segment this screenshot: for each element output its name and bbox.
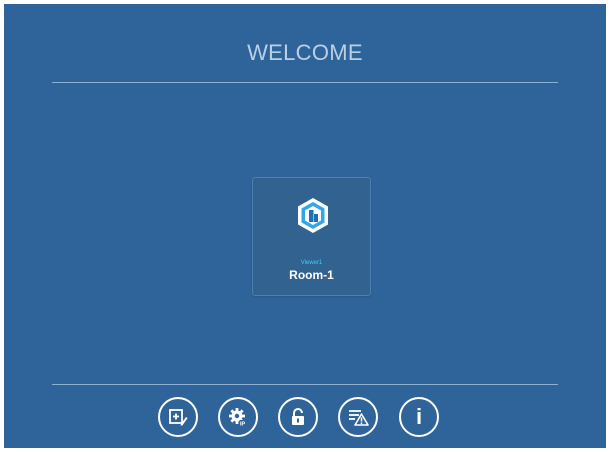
alarm-list-button[interactable] <box>338 397 378 437</box>
settings-button[interactable]: IP <box>218 397 258 437</box>
top-divider <box>52 82 558 83</box>
building-hexagon-icon <box>298 198 328 233</box>
settings-ip-icon: IP <box>229 408 248 428</box>
info-button[interactable]: i <box>399 397 439 437</box>
alarm-list-icon <box>349 410 369 426</box>
bottom-divider <box>52 384 558 385</box>
unlock-icon <box>292 408 304 425</box>
room-tile[interactable]: Viewer1 Room-1 <box>252 177 371 296</box>
welcome-screen: WELCOME Viewer1 Room-1 IP i <box>4 4 606 448</box>
svg-text:IP: IP <box>240 422 246 428</box>
unlock-button[interactable] <box>278 397 318 437</box>
page-title: WELCOME <box>247 40 363 65</box>
room-viewer-label: Viewer1 <box>300 260 323 266</box>
room-name: Room-1 <box>289 268 334 282</box>
info-icon: i <box>415 404 423 429</box>
bottom-toolbar: IP i <box>4 397 606 437</box>
add-edit-icon <box>169 409 188 426</box>
add-edit-button[interactable] <box>158 397 198 437</box>
